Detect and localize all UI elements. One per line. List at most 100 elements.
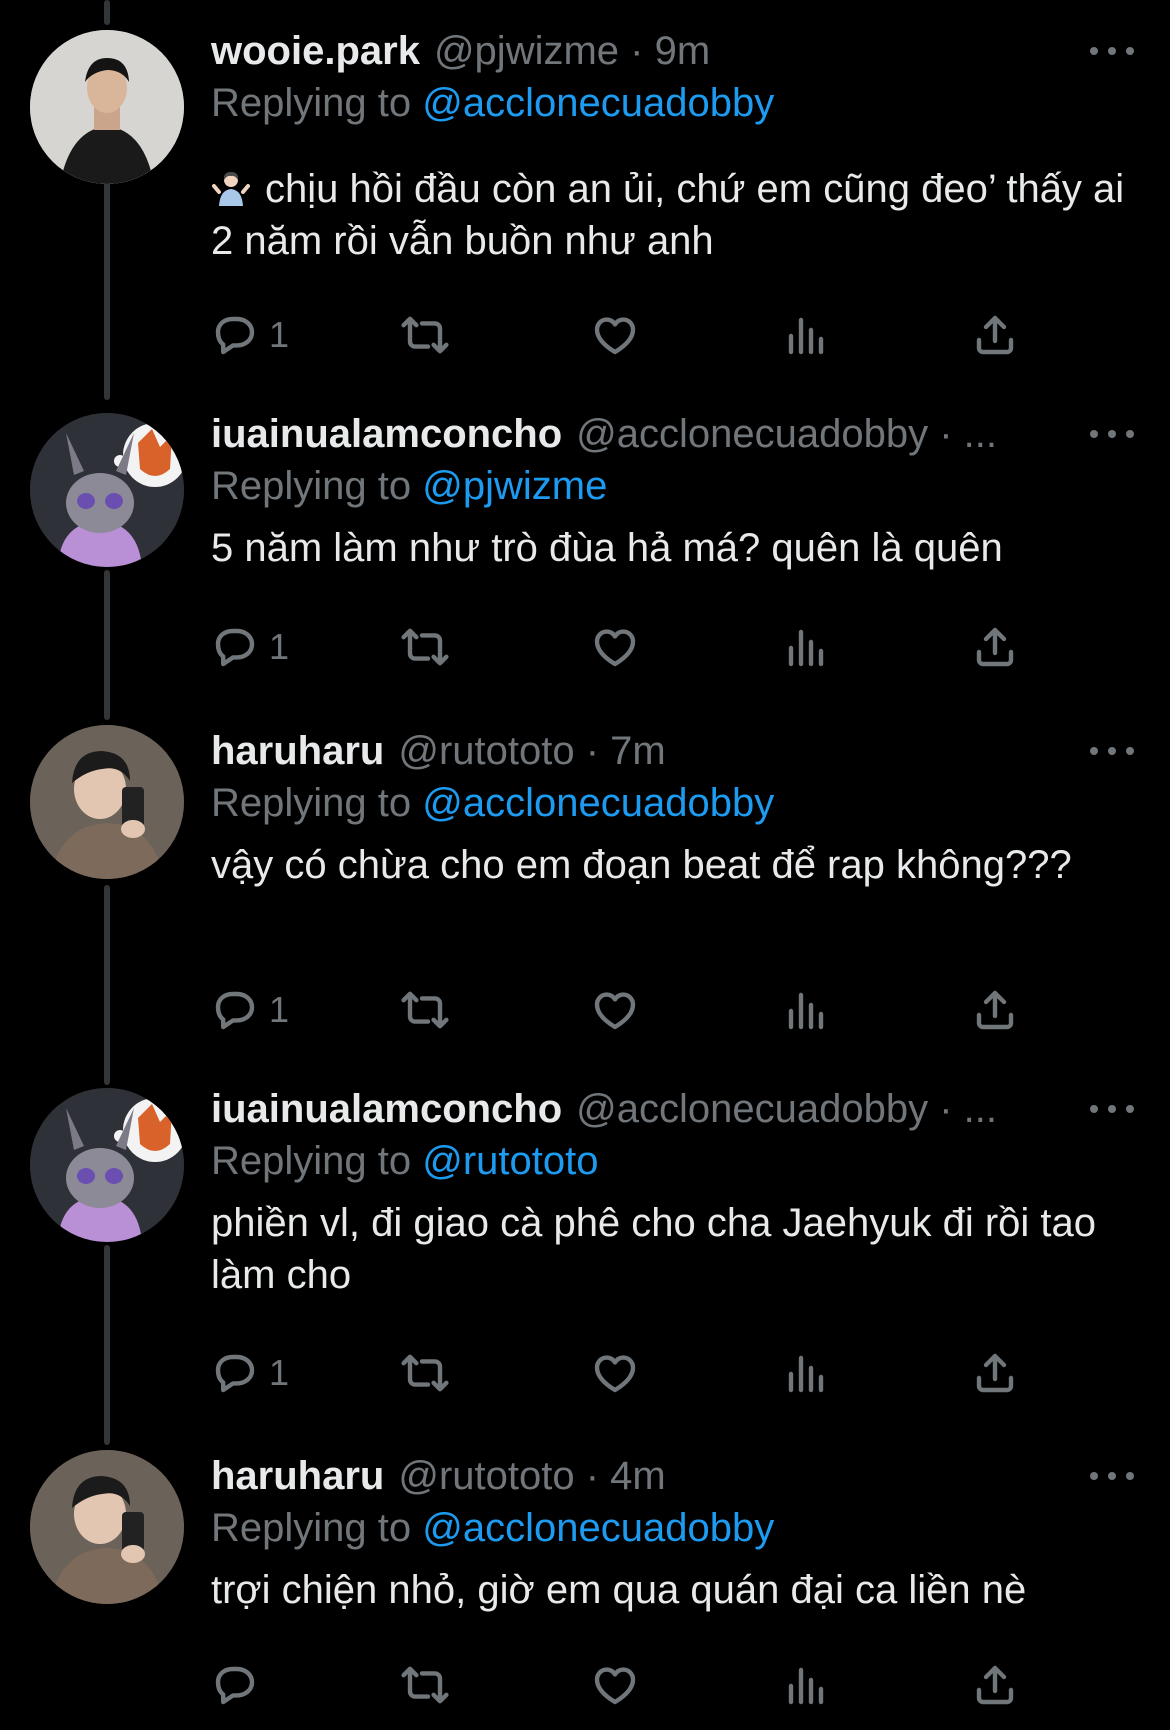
thread-line: [104, 1245, 110, 1445]
more-icon[interactable]: [1090, 1089, 1134, 1129]
like-button[interactable]: [591, 1349, 639, 1397]
retweet-button[interactable]: [401, 986, 449, 1034]
like-icon: [591, 623, 639, 671]
avatar[interactable]: [30, 30, 184, 184]
share-icon: [971, 311, 1019, 359]
replying-to: Replying to @pjwizme: [211, 460, 1134, 512]
share-button[interactable]: [971, 311, 1019, 359]
views-button[interactable]: [781, 1349, 829, 1397]
share-icon: [971, 1349, 1019, 1397]
replying-to: Replying to @acclonecuadobby: [211, 1502, 1134, 1554]
tweet-text-body: chịu hồi đầu còn an ủi, chứ em cũng đeo’…: [211, 167, 1125, 263]
display-name[interactable]: iuainualamconcho: [211, 1084, 562, 1134]
retweet-button[interactable]: [401, 311, 449, 359]
like-button[interactable]: [591, 986, 639, 1034]
replying-to: Replying to @acclonecuadobby: [211, 777, 1134, 829]
views-icon: [781, 311, 829, 359]
share-icon: [971, 986, 1019, 1034]
share-button[interactable]: [971, 623, 1019, 671]
replying-label: Replying to: [211, 81, 423, 125]
retweet-icon: [401, 1349, 449, 1397]
reply-button[interactable]: 1: [211, 311, 289, 359]
reply-icon: [211, 311, 259, 359]
views-icon: [781, 1661, 829, 1709]
avatar[interactable]: [30, 413, 184, 567]
views-button[interactable]: [781, 986, 829, 1034]
share-icon: [971, 623, 1019, 671]
more-icon[interactable]: [1090, 731, 1134, 771]
reply-button[interactable]: 1: [211, 1349, 289, 1397]
retweet-button[interactable]: [401, 623, 449, 671]
replying-label: Replying to: [211, 781, 423, 825]
retweet-button[interactable]: [401, 1349, 449, 1397]
handle-and-time: @rutototo · 7m: [398, 729, 666, 773]
replying-to: Replying to @rutototo: [211, 1135, 1134, 1187]
retweet-icon: [401, 986, 449, 1034]
replying-label: Replying to: [211, 1139, 423, 1183]
tweet-text: trợi chiện nhỏ, giờ em qua quán đại ca l…: [211, 1568, 1027, 1612]
views-icon: [781, 623, 829, 671]
views-button[interactable]: [781, 1661, 829, 1709]
reply-count: 1: [269, 314, 290, 355]
more-icon[interactable]: [1090, 414, 1134, 454]
action-bar: 1: [211, 305, 1031, 365]
replying-handle[interactable]: @acclonecuadobby: [422, 781, 774, 825]
views-button[interactable]: [781, 623, 829, 671]
handle-and-time: @acclonecuadobby · ...: [576, 412, 998, 456]
reply-icon: [211, 1661, 259, 1709]
like-icon: [591, 311, 639, 359]
replying-label: Replying to: [211, 1506, 423, 1550]
reply-icon: [211, 1349, 259, 1397]
retweet-icon: [401, 1661, 449, 1709]
replying-to: Replying to @acclonecuadobby: [211, 77, 1134, 129]
action-bar: 1: [211, 980, 1031, 1040]
action-bar: 1: [211, 617, 1031, 677]
share-button[interactable]: [971, 986, 1019, 1034]
views-icon: [781, 986, 829, 1034]
action-bar: 1: [211, 1343, 1031, 1403]
display-name[interactable]: haruharu: [211, 726, 384, 776]
retweet-button[interactable]: [401, 1661, 449, 1709]
reply-count: 1: [269, 626, 290, 667]
replying-label: Replying to: [211, 464, 423, 508]
tweet-text: 5 năm làm như trò đùa hả má? quên là quê…: [211, 526, 1003, 570]
replying-handle[interactable]: @acclonecuadobby: [422, 1506, 774, 1550]
reply-count: 1: [269, 1352, 290, 1393]
like-button[interactable]: [591, 311, 639, 359]
retweet-icon: [401, 623, 449, 671]
thread-line: [104, 885, 110, 1085]
more-icon[interactable]: [1090, 1456, 1134, 1496]
avatar[interactable]: [30, 725, 184, 879]
like-icon: [591, 1661, 639, 1709]
reply-icon: [211, 623, 259, 671]
like-button[interactable]: [591, 623, 639, 671]
share-button[interactable]: [971, 1349, 1019, 1397]
like-button[interactable]: [591, 1661, 639, 1709]
reply-button[interactable]: 1: [211, 623, 289, 671]
reply-button[interactable]: [211, 1661, 269, 1709]
thread-line: [104, 0, 110, 25]
display-name[interactable]: wooie.park: [211, 26, 420, 76]
display-name[interactable]: haruharu: [211, 1451, 384, 1501]
like-icon: [591, 986, 639, 1034]
replying-handle[interactable]: @pjwizme: [422, 464, 607, 508]
views-icon: [781, 1349, 829, 1397]
share-button[interactable]: [971, 1661, 1019, 1709]
avatar[interactable]: [30, 1088, 184, 1242]
like-icon: [591, 1349, 639, 1397]
share-icon: [971, 1661, 1019, 1709]
more-icon[interactable]: [1090, 31, 1134, 71]
views-button[interactable]: [781, 311, 829, 359]
handle-and-time: @rutototo · 4m: [398, 1454, 666, 1498]
replying-handle[interactable]: @acclonecuadobby: [422, 81, 774, 125]
thread-line: [104, 570, 110, 720]
person-shrugging-emoji: [212, 172, 250, 206]
display-name[interactable]: iuainualamconcho: [211, 409, 562, 459]
reply-button[interactable]: 1: [211, 986, 289, 1034]
handle-and-time: @pjwizme · 9m: [433, 29, 711, 73]
tweet-text: phiền vl, đi giao cà phê cho cha Jaehyuk…: [211, 1201, 1097, 1297]
avatar[interactable]: [30, 1450, 184, 1604]
reply-icon: [211, 986, 259, 1034]
replying-handle[interactable]: @rutototo: [422, 1139, 598, 1183]
retweet-icon: [401, 311, 449, 359]
